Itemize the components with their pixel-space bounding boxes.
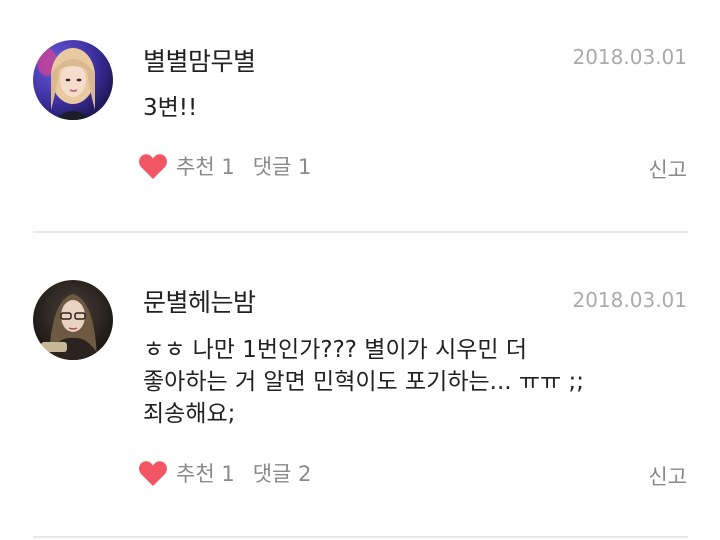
recommend-count: 1 <box>221 462 235 486</box>
comment-text: ㅎㅎ 나만 1번인가??? 별이가 시우민 더 좋아하는 거 알면 민혁이도 포… <box>143 337 585 427</box>
divider <box>33 536 688 538</box>
comment-date: 2018.03.01 <box>572 45 687 69</box>
recommend-count: 1 <box>221 155 235 179</box>
heart-icon[interactable] <box>138 152 168 180</box>
heart-icon[interactable] <box>138 459 168 487</box>
comment-username[interactable]: 문별헤는밤 <box>143 283 256 319</box>
recommend-button[interactable]: 추천 1 <box>176 458 235 488</box>
reply-label: 댓글 <box>252 155 292 179</box>
report-button[interactable]: 신고 <box>648 154 687 184</box>
reply-count: 1 <box>298 155 312 179</box>
reply-button[interactable]: 댓글 1 <box>253 151 312 181</box>
comment-item: 문별헤는밤 2018.03.01 ㅎㅎ 나만 1번인가??? 별이가 시우민 더… <box>0 232 720 538</box>
recommend-label: 추천 <box>176 155 215 179</box>
comment-username[interactable]: 별별맘무별 <box>143 42 256 78</box>
comment-item: 별별맘무별 2018.03.01 3변!! 추천 1 댓글 1 신고 <box>0 0 720 232</box>
report-button[interactable]: 신고 <box>648 461 687 491</box>
reply-button[interactable]: 댓글 2 <box>253 458 312 488</box>
comment-date: 2018.03.01 <box>572 288 687 312</box>
recommend-label: 추천 <box>176 462 215 486</box>
reply-label: 댓글 <box>252 462 292 486</box>
avatar[interactable] <box>33 40 113 120</box>
comment-text: 3변!! <box>143 95 198 121</box>
recommend-button[interactable]: 추천 1 <box>176 151 235 181</box>
reply-count: 2 <box>298 462 312 486</box>
avatar[interactable] <box>33 280 113 360</box>
comment-actions: 추천 1 댓글 1 <box>138 151 311 181</box>
comment-actions: 추천 1 댓글 2 <box>138 458 311 488</box>
